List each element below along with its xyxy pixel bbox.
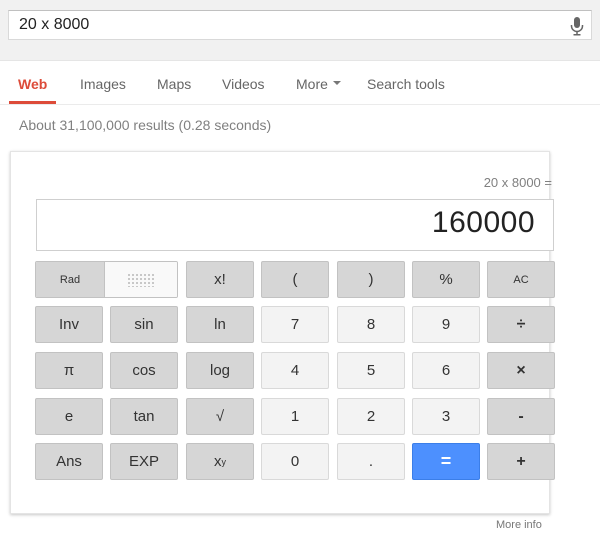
calculator-result: 160000 bbox=[431, 206, 535, 239]
search-box[interactable] bbox=[8, 10, 592, 40]
digit-5-button[interactable]: 5 bbox=[337, 352, 405, 389]
power-button[interactable]: xy bbox=[186, 443, 254, 480]
calculator-display: 160000 bbox=[36, 199, 554, 251]
digit-2-button[interactable]: 2 bbox=[337, 398, 405, 435]
ans-button[interactable]: Ans bbox=[35, 443, 103, 480]
microphone-icon[interactable] bbox=[569, 16, 585, 36]
factorial-button[interactable]: x! bbox=[186, 261, 254, 298]
calculator-expression: 20 x 8000 = bbox=[483, 175, 552, 190]
divide-button[interactable]: ÷ bbox=[487, 306, 555, 343]
decimal-point-button[interactable]: . bbox=[337, 443, 405, 480]
sin-button[interactable]: sin bbox=[110, 306, 178, 343]
power-base-label: x bbox=[214, 453, 222, 470]
ln-button[interactable]: ln bbox=[186, 306, 254, 343]
digit-8-button[interactable]: 8 bbox=[337, 306, 405, 343]
search-input[interactable] bbox=[9, 11, 559, 39]
active-tab-indicator bbox=[9, 101, 56, 104]
tab-images[interactable]: Images bbox=[80, 76, 126, 92]
exp-button[interactable]: EXP bbox=[110, 443, 178, 480]
tab-videos[interactable]: Videos bbox=[222, 76, 265, 92]
minus-button[interactable]: - bbox=[487, 398, 555, 435]
rad-option[interactable]: Rad bbox=[36, 262, 105, 297]
plus-button[interactable]: + bbox=[487, 443, 555, 480]
digit-9-button[interactable]: 9 bbox=[412, 306, 480, 343]
tab-search-tools[interactable]: Search tools bbox=[367, 76, 445, 92]
digit-3-button[interactable]: 3 bbox=[412, 398, 480, 435]
sqrt-button[interactable]: √ bbox=[186, 398, 254, 435]
search-header bbox=[0, 0, 600, 61]
clear-button[interactable]: AC bbox=[487, 261, 555, 298]
tab-web[interactable]: Web bbox=[18, 76, 47, 92]
open-paren-button[interactable]: ( bbox=[261, 261, 329, 298]
tab-more-label: More bbox=[296, 76, 328, 92]
multiply-button[interactable]: × bbox=[487, 352, 555, 389]
more-info-link[interactable]: More info bbox=[496, 519, 542, 531]
close-paren-button[interactable]: ) bbox=[337, 261, 405, 298]
equals-button[interactable]: = bbox=[412, 443, 480, 480]
power-exp-label: y bbox=[221, 456, 227, 467]
cos-button[interactable]: cos bbox=[110, 352, 178, 389]
digit-4-button[interactable]: 4 bbox=[261, 352, 329, 389]
digit-7-button[interactable]: 7 bbox=[261, 306, 329, 343]
digit-0-button[interactable]: 0 bbox=[261, 443, 329, 480]
inv-button[interactable]: Inv bbox=[35, 306, 103, 343]
tab-more[interactable]: More bbox=[296, 76, 341, 92]
deg-option[interactable] bbox=[105, 262, 177, 297]
dot-grid-icon bbox=[127, 272, 155, 287]
e-button[interactable]: e bbox=[35, 398, 103, 435]
log-button[interactable]: log bbox=[186, 352, 254, 389]
pi-button[interactable]: π bbox=[35, 352, 103, 389]
results-stats: About 31,100,000 results (0.28 seconds) bbox=[19, 117, 272, 133]
digit-1-button[interactable]: 1 bbox=[261, 398, 329, 435]
rad-deg-toggle[interactable]: Rad bbox=[35, 261, 178, 298]
tab-maps[interactable]: Maps bbox=[157, 76, 191, 92]
digit-6-button[interactable]: 6 bbox=[412, 352, 480, 389]
tan-button[interactable]: tan bbox=[110, 398, 178, 435]
percent-button[interactable]: % bbox=[412, 261, 480, 298]
chevron-down-icon bbox=[332, 81, 341, 86]
